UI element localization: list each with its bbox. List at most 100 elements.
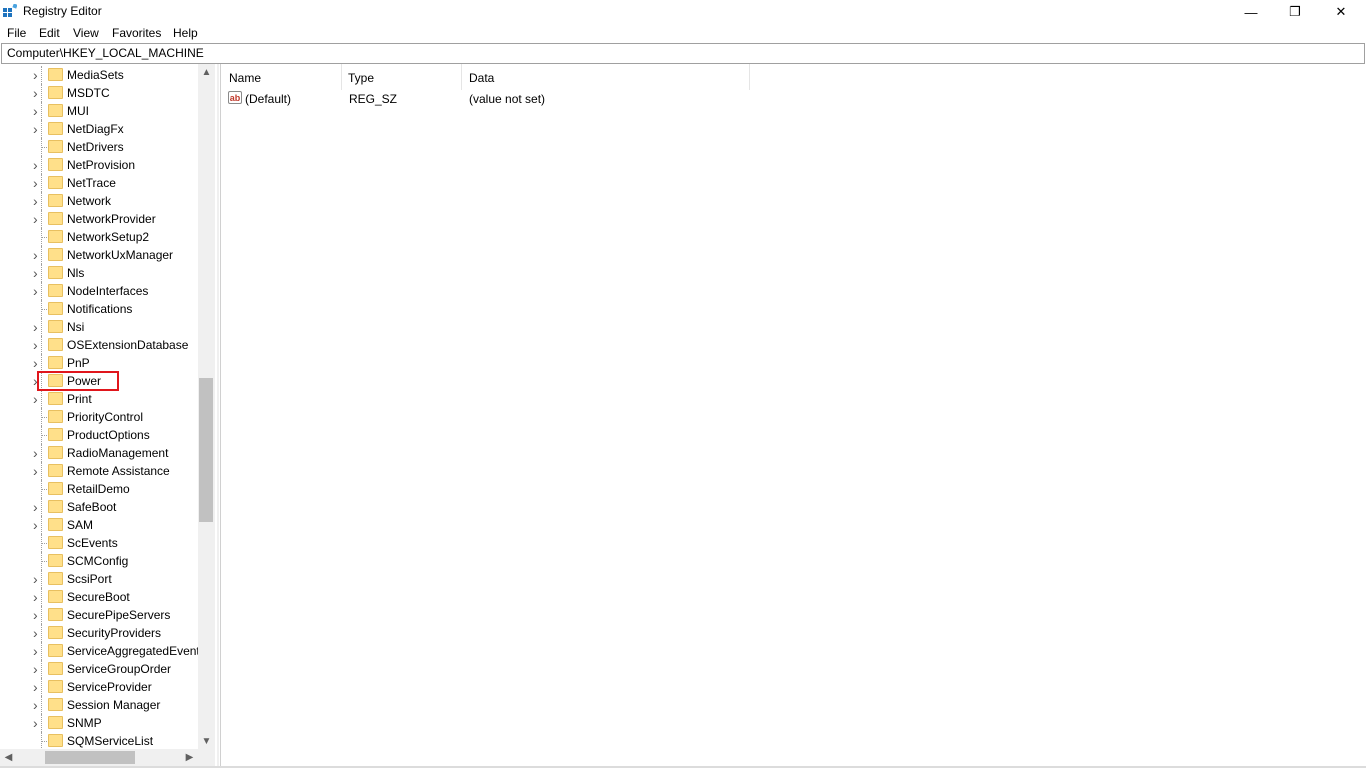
column-header-name[interactable]: Name [221, 64, 341, 90]
expand-chevron-icon[interactable]: › [33, 356, 43, 370]
expand-chevron-icon[interactable]: › [33, 464, 43, 478]
expand-chevron-icon[interactable]: › [33, 698, 43, 712]
folder-icon [48, 320, 63, 333]
tree-item[interactable]: › Nls [0, 264, 200, 282]
expand-chevron-icon[interactable]: › [33, 392, 43, 406]
tree-item[interactable]: › Nsi [0, 318, 200, 336]
tree-item[interactable]: › ScsiPort [0, 570, 200, 588]
tree-item-label: MSDTC [67, 86, 110, 100]
expand-chevron-icon[interactable]: › [33, 212, 43, 226]
menu-favorites[interactable]: Favorites [112, 26, 161, 40]
tree-item[interactable]: › OSExtensionDatabase [0, 336, 200, 354]
scroll-up-arrow-icon[interactable]: ▲ [198, 64, 215, 81]
tree-item[interactable]: › Print [0, 390, 200, 408]
tree-horizontal-scrollbar[interactable]: ◀ ▶ [0, 749, 215, 766]
close-button[interactable]: ✕ [1318, 0, 1364, 24]
scroll-left-arrow-icon[interactable]: ◀ [0, 749, 17, 766]
tree-item[interactable]: › RadioManagement [0, 444, 200, 462]
tree-item[interactable]: › SafeBoot [0, 498, 200, 516]
tree-item-label: ServiceProvider [67, 680, 152, 694]
expand-chevron-icon[interactable]: › [33, 284, 43, 298]
expand-chevron-icon[interactable]: › [33, 680, 43, 694]
menu-file[interactable]: File [7, 26, 26, 40]
column-divider[interactable] [749, 64, 750, 90]
folder-icon [48, 446, 63, 459]
tree-item[interactable]: › ServiceProvider [0, 678, 200, 696]
expand-chevron-icon[interactable]: › [33, 104, 43, 118]
tree-item[interactable]: RetailDemo [0, 480, 200, 498]
restore-button[interactable]: ❐ [1272, 0, 1318, 24]
address-bar[interactable]: Computer\HKEY_LOCAL_MACHINE [1, 43, 1365, 64]
expand-chevron-icon[interactable]: › [33, 338, 43, 352]
expand-chevron-icon[interactable]: › [33, 662, 43, 676]
folder-icon [48, 554, 63, 567]
vertical-scroll-thumb[interactable] [199, 378, 213, 522]
expand-chevron-icon[interactable]: › [33, 194, 43, 208]
expand-chevron-icon[interactable]: › [33, 248, 43, 262]
expand-chevron-icon[interactable]: › [33, 518, 43, 532]
tree-item[interactable]: › NodeInterfaces [0, 282, 200, 300]
tree-item[interactable]: › NetDiagFx [0, 120, 200, 138]
tree-item-label: ScEvents [67, 536, 118, 550]
folder-icon [48, 644, 63, 657]
tree-vertical-scrollbar[interactable]: ▲ ▼ [198, 64, 215, 750]
tree-item[interactable]: › MUI [0, 102, 200, 120]
expand-chevron-icon[interactable]: › [33, 572, 43, 586]
expand-chevron-icon[interactable]: › [33, 608, 43, 622]
menu-edit[interactable]: Edit [39, 26, 60, 40]
scroll-down-arrow-icon[interactable]: ▼ [198, 733, 215, 750]
tree-item[interactable]: › MSDTC [0, 84, 200, 102]
tree-item-label: SafeBoot [67, 500, 117, 514]
tree-item[interactable]: Notifications [0, 300, 200, 318]
pane-splitter[interactable] [217, 64, 219, 768]
tree-item-label: ProductOptions [67, 428, 150, 442]
tree-item[interactable]: › NetProvision [0, 156, 200, 174]
tree-item[interactable]: ScEvents [0, 534, 200, 552]
tree-item[interactable]: ProductOptions [0, 426, 200, 444]
folder-icon [48, 698, 63, 711]
tree-item[interactable]: › NetworkUxManager [0, 246, 200, 264]
expand-chevron-icon[interactable]: › [33, 446, 43, 460]
expand-chevron-icon[interactable]: › [33, 644, 43, 658]
tree-item[interactable]: › PnP [0, 354, 200, 372]
tree-item[interactable]: NetworkSetup2 [0, 228, 200, 246]
tree-item[interactable]: › SNMP [0, 714, 200, 732]
expand-chevron-icon[interactable]: › [33, 68, 43, 82]
tree-item[interactable]: › ServiceGroupOrder [0, 660, 200, 678]
menu-help[interactable]: Help [173, 26, 198, 40]
expand-chevron-icon[interactable]: › [33, 320, 43, 334]
tree-item[interactable]: SQMServiceList [0, 732, 200, 750]
tree-item[interactable]: › ServiceAggregatedEvents [0, 642, 206, 660]
expand-chevron-icon[interactable]: › [33, 626, 43, 640]
value-row[interactable]: ab (Default) REG_SZ (value not set) [221, 90, 761, 108]
expand-chevron-icon[interactable]: › [33, 590, 43, 604]
tree-item[interactable]: › SecurityProviders [0, 624, 200, 642]
tree-item[interactable]: › Session Manager [0, 696, 200, 714]
tree-item[interactable]: › SecurePipeServers [0, 606, 200, 624]
minimize-button[interactable]: — [1228, 0, 1274, 24]
tree-item[interactable]: › SecureBoot [0, 588, 200, 606]
expand-chevron-icon[interactable]: › [33, 500, 43, 514]
expand-chevron-icon[interactable]: › [33, 266, 43, 280]
tree-item[interactable]: › Remote Assistance [0, 462, 200, 480]
tree-item[interactable]: SCMConfig [0, 552, 200, 570]
tree-item[interactable]: › NetTrace [0, 174, 200, 192]
tree-item[interactable]: PriorityControl [0, 408, 200, 426]
folder-icon [48, 248, 63, 261]
tree-item[interactable]: › NetworkProvider [0, 210, 200, 228]
expand-chevron-icon[interactable]: › [33, 158, 43, 172]
expand-chevron-icon[interactable]: › [33, 716, 43, 730]
expand-chevron-icon[interactable]: › [33, 122, 43, 136]
horizontal-scroll-thumb[interactable] [45, 751, 135, 764]
scroll-right-arrow-icon[interactable]: ▶ [181, 749, 198, 766]
column-header-type[interactable]: Type [341, 64, 461, 90]
column-header-data[interactable]: Data [461, 64, 749, 90]
tree-item[interactable]: › Network [0, 192, 200, 210]
tree-item[interactable]: › SAM [0, 516, 200, 534]
tree-item[interactable]: › MediaSets [0, 66, 200, 84]
tree-item[interactable]: NetDrivers [0, 138, 200, 156]
expand-chevron-icon[interactable]: › [33, 176, 43, 190]
expand-chevron-icon[interactable]: › [33, 86, 43, 100]
menu-view[interactable]: View [73, 26, 99, 40]
tree-item-label: SQMServiceList [67, 734, 154, 748]
